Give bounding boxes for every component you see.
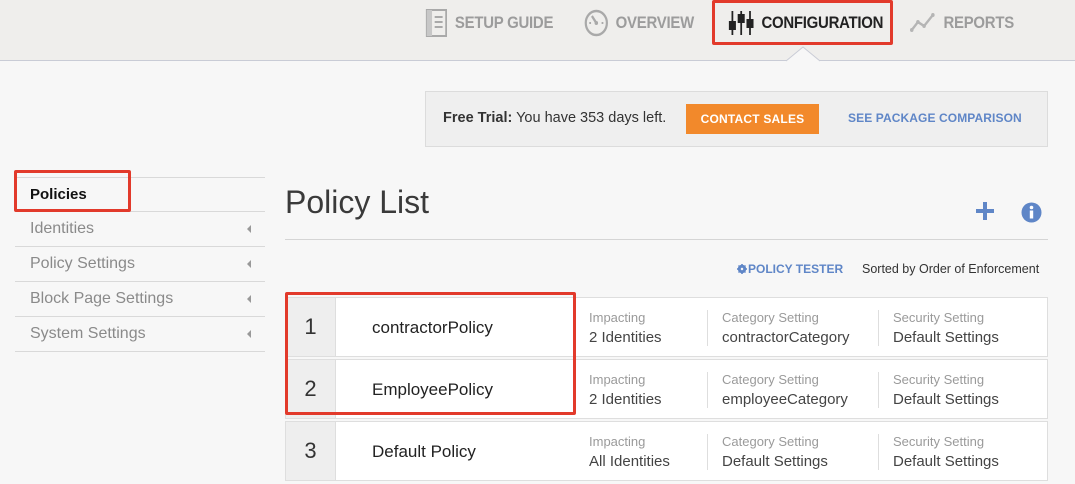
category-column: Category Setting employeeCategory xyxy=(722,372,848,410)
trial-prefix: Free Trial: xyxy=(443,110,513,126)
column-divider xyxy=(878,434,879,470)
nav-tab-overview[interactable]: OVERVIEW xyxy=(584,0,694,46)
policy-row[interactable]: 3 Default Policy Impacting All Identitie… xyxy=(285,421,1048,481)
sidebar-item-policy-settings[interactable]: Policy Settings xyxy=(15,247,265,282)
column-divider xyxy=(707,372,708,408)
policy-tester-link[interactable]: POLICY TESTER xyxy=(737,262,843,276)
policies-highlight xyxy=(14,170,131,212)
contact-sales-button[interactable]: CONTACT SALES xyxy=(686,104,819,134)
category-label: Category Setting xyxy=(722,372,819,387)
nav-tab-label: REPORTS xyxy=(943,13,1014,32)
sidebar-item-label: System Settings xyxy=(30,325,146,342)
caret-left-icon xyxy=(247,295,251,303)
nav-tab-reports[interactable]: REPORTS xyxy=(910,0,1014,46)
category-value: Default Settings xyxy=(722,453,828,470)
impacting-label: Impacting xyxy=(589,310,646,325)
sidebar-item-label: Identities xyxy=(30,220,95,237)
nav-tab-label: OVERVIEW xyxy=(615,13,695,32)
security-column: Security Setting Default Settings xyxy=(893,310,999,348)
plus-icon[interactable] xyxy=(975,201,995,221)
security-label: Security Setting xyxy=(893,372,985,387)
impacting-label: Impacting xyxy=(589,372,646,387)
category-value: employeeCategory xyxy=(722,391,848,408)
column-divider xyxy=(878,372,879,408)
policy-card[interactable]: Default Policy Impacting All Identities … xyxy=(335,421,1048,481)
category-label: Category Setting xyxy=(722,434,819,449)
security-value: Default Settings xyxy=(893,329,999,346)
top-navigation: SETUP GUIDE OVERVIEW CONFIGURATION REPOR… xyxy=(0,0,1075,62)
sidebar-item-label: Policy Settings xyxy=(30,255,135,272)
document-icon xyxy=(425,9,447,37)
security-label: Security Setting xyxy=(893,310,985,325)
nav-active-pointer xyxy=(786,46,820,62)
column-divider xyxy=(878,310,879,346)
nav-tab-label: SETUP GUIDE xyxy=(454,13,554,32)
category-label: Category Setting xyxy=(722,310,819,325)
policy-order-number: 3 xyxy=(285,421,335,481)
impacting-value: 2 Identities xyxy=(589,329,662,346)
impacting-label: Impacting xyxy=(589,434,646,449)
sidebar-item-block-page-settings[interactable]: Block Page Settings xyxy=(15,282,265,317)
policies-highlight-box xyxy=(285,292,576,415)
caret-left-icon xyxy=(247,330,251,338)
impacting-value: 2 Identities xyxy=(589,391,662,408)
title-divider xyxy=(285,239,1048,240)
security-value: Default Settings xyxy=(893,453,999,470)
line-chart-icon xyxy=(910,13,935,32)
info-icon[interactable] xyxy=(1021,202,1042,223)
gear-icon xyxy=(737,264,747,274)
category-column: Category Setting contractorCategory xyxy=(722,310,850,348)
caret-left-icon xyxy=(247,260,251,268)
category-column: Category Setting Default Settings xyxy=(722,434,828,472)
trial-days-text: You have 353 days left. xyxy=(512,110,667,126)
policy-tester-label: POLICY TESTER xyxy=(748,262,844,276)
security-column: Security Setting Default Settings xyxy=(893,372,999,410)
impacting-value: All Identities xyxy=(589,453,670,470)
sidebar-item-label: Block Page Settings xyxy=(30,290,174,307)
free-trial-banner: Free Trial: You have 353 days left. CONT… xyxy=(425,91,1048,147)
security-label: Security Setting xyxy=(893,434,985,449)
impacting-column: Impacting 2 Identities xyxy=(589,310,662,348)
column-divider xyxy=(707,434,708,470)
sidebar-item-identities[interactable]: Identities xyxy=(15,212,265,247)
nav-tab-setup-guide[interactable]: SETUP GUIDE xyxy=(425,0,553,46)
trial-message: Free Trial: You have 353 days left. xyxy=(443,110,666,126)
category-value: contractorCategory xyxy=(722,329,850,346)
caret-left-icon xyxy=(247,225,251,233)
configuration-highlight xyxy=(712,0,893,45)
sidebar-item-system-settings[interactable]: System Settings xyxy=(15,317,265,352)
policy-name[interactable]: Default Policy xyxy=(372,442,476,462)
sort-order-text: Sorted by Order of Enforcement xyxy=(862,262,1040,276)
speedometer-icon xyxy=(584,9,608,37)
column-divider xyxy=(707,310,708,346)
impacting-column: Impacting 2 Identities xyxy=(589,372,662,410)
package-comparison-link[interactable]: SEE PACKAGE COMPARISON xyxy=(848,111,1022,125)
impacting-column: Impacting All Identities xyxy=(589,434,670,472)
security-column: Security Setting Default Settings xyxy=(893,434,999,472)
security-value: Default Settings xyxy=(893,391,999,408)
page-title: Policy List xyxy=(285,184,430,220)
